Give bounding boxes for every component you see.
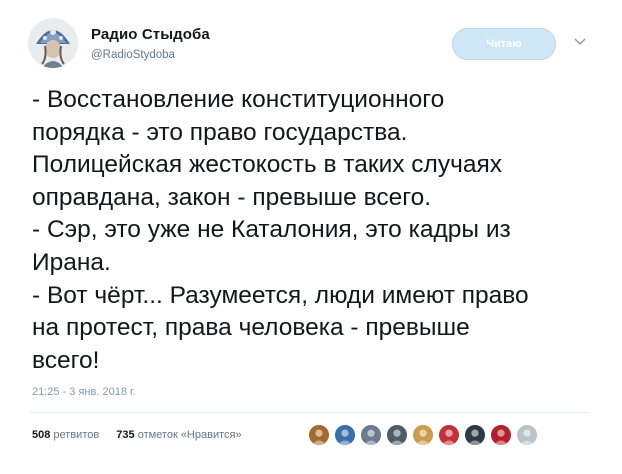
tweet-line: оправдана, закон - превыше всего.	[32, 183, 432, 211]
avatar-placeholder-icon[interactable]	[516, 424, 538, 446]
chevron-down-icon[interactable]	[572, 34, 588, 50]
avatar-person-icon[interactable]	[464, 424, 486, 446]
profile-avatar[interactable]	[28, 18, 78, 68]
user-handle[interactable]: @RadioStydoba	[91, 49, 175, 61]
tweet-line: Ирана.	[32, 248, 111, 276]
tweet-stats: 508 ретвитов 735 отметок «Нравится»	[32, 429, 242, 441]
retweets-stat[interactable]: 508 ретвитов	[32, 429, 99, 441]
tweet-header: Радио Стыдоба @RadioStydoba Читаю	[0, 0, 622, 80]
tweet-line: порядка - это право государства.	[32, 118, 408, 146]
tweet-line: Полицейская жестокость в таких случаях	[32, 151, 503, 179]
likes-count: 735	[116, 429, 135, 441]
tweet-line: - Вот чёрт... Разумеется, люди имеют пра…	[32, 281, 529, 309]
retweets-label: ретвитов	[53, 429, 100, 441]
avatar-dog-icon[interactable]	[308, 424, 330, 446]
avatar-person-icon[interactable]	[438, 424, 460, 446]
kokoshnik-woman-icon	[28, 18, 78, 68]
divider	[30, 412, 590, 413]
avatar-person-icon[interactable]	[360, 424, 382, 446]
tweet-text: - Восстановление конституционного порядк…	[32, 84, 602, 377]
tweet-line: на протест, права человека - превыше	[32, 314, 470, 342]
avatar-tower-icon[interactable]	[334, 424, 356, 446]
following-button[interactable]: Читаю	[452, 28, 556, 60]
avatar-person-icon[interactable]	[386, 424, 408, 446]
avatar-person-icon[interactable]	[412, 424, 434, 446]
retweets-count: 508	[32, 429, 51, 441]
tweet-line: всего!	[32, 346, 100, 374]
likes-stat[interactable]: 735 отметок «Нравится»	[116, 429, 241, 441]
display-name[interactable]: Радио Стыдоба	[91, 26, 210, 43]
avatar-pirate-icon[interactable]	[490, 424, 512, 446]
tweet-line: - Сэр, это уже не Каталония, это кадры и…	[32, 216, 511, 244]
tweet-line: - Восстановление конституционного	[32, 86, 445, 113]
likers-avatars	[308, 424, 542, 448]
likes-label: отметок «Нравится»	[137, 429, 242, 441]
tweet-timestamp[interactable]: 21:25 - 3 янв. 2018 г.	[32, 386, 136, 398]
